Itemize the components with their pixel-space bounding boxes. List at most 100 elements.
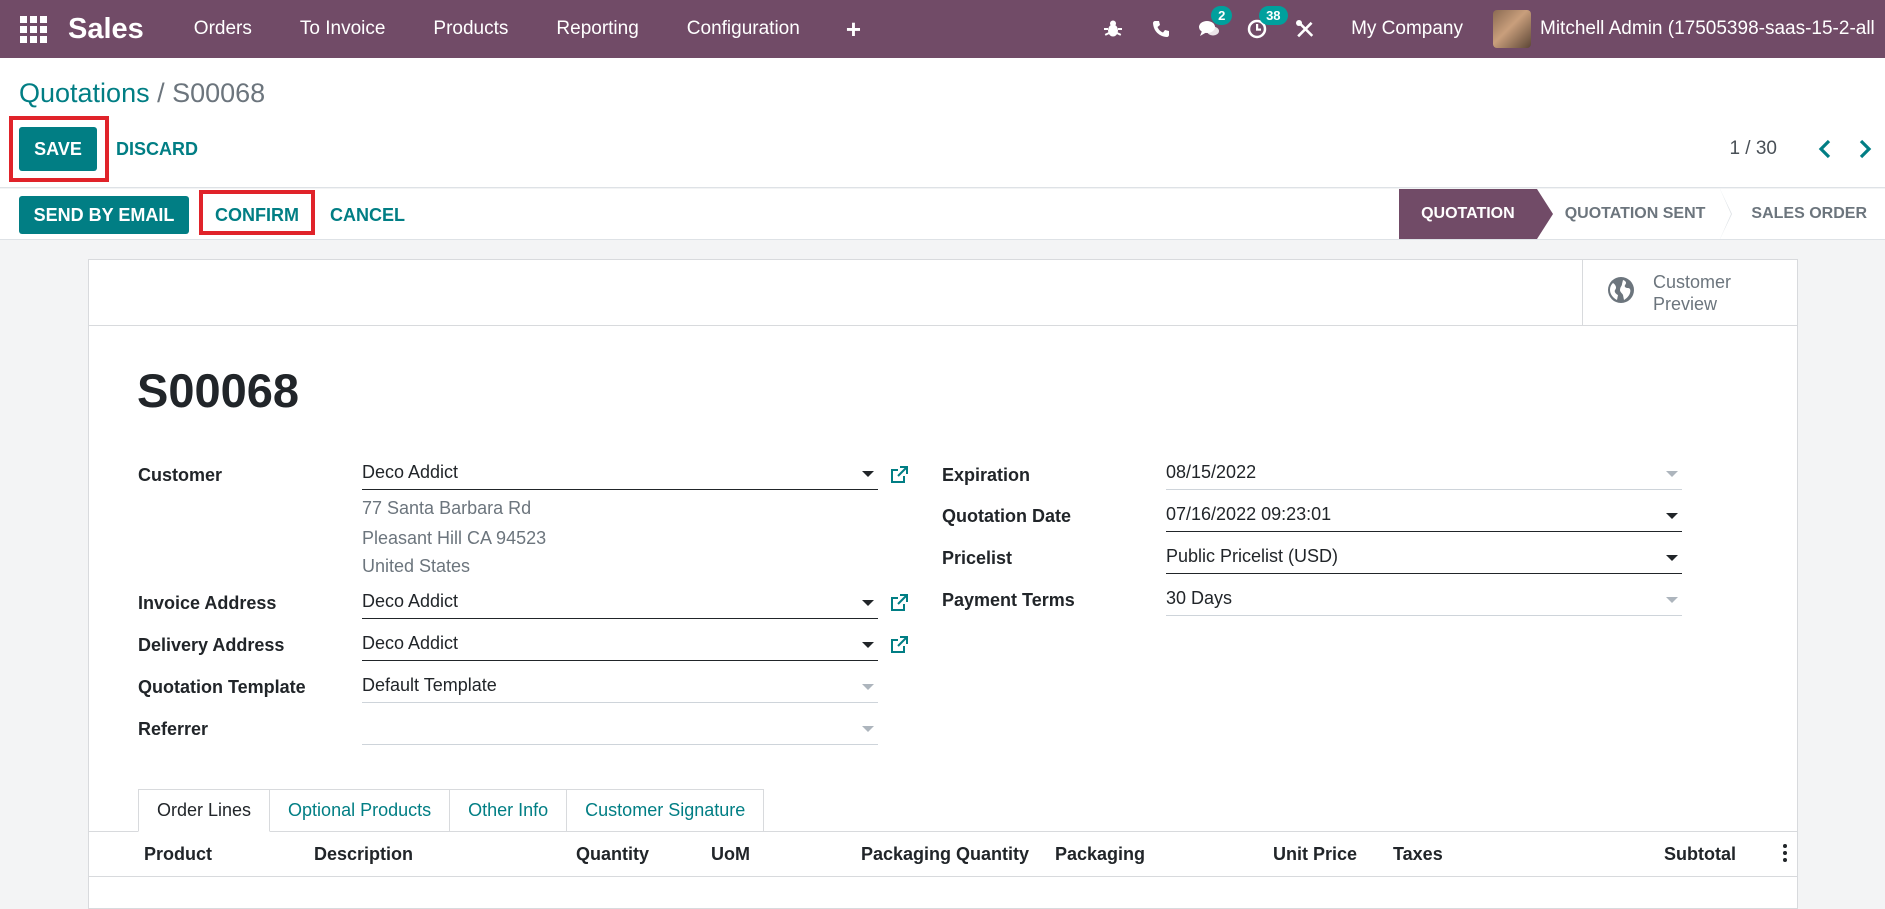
invoice-address-field[interactable]: Deco Addict [362,587,878,619]
quotation-template-field[interactable]: Default Template [362,671,878,703]
column-taxes[interactable]: Taxes [1393,844,1443,865]
customer-address-street: 77 Santa Barbara Rd [362,498,532,518]
quotation-template-label: Quotation Template [138,677,306,697]
column-options-icon[interactable] [1783,844,1789,865]
chevron-right-icon[interactable] [1845,129,1885,169]
column-product[interactable]: Product [144,844,212,865]
quotation-date-dropdown-icon[interactable] [1666,513,1678,519]
app-menu-icon[interactable] [18,14,48,44]
phone-icon[interactable] [1137,0,1185,58]
tools-icon[interactable] [1281,0,1329,58]
customer-preview-label: Customer Preview [1653,271,1753,315]
breadcrumb-current: S00068 [172,78,266,108]
tab-customer-signature[interactable]: Customer Signature [567,789,765,832]
breadcrumb-quotations[interactable]: Quotations [19,78,150,108]
tab-other-info[interactable]: Other Info [450,789,568,832]
send-by-email-button[interactable]: SEND BY EMAIL [19,196,189,234]
menu-reporting[interactable]: Reporting [532,18,662,40]
column-packaging[interactable]: Packaging [1055,844,1145,865]
stage-quotation-sent[interactable]: QUOTATION SENT [1537,189,1733,239]
main-menu: Orders To Invoice Products Reporting Con… [170,14,883,45]
confirm-button[interactable]: CONFIRM [203,195,311,235]
bug-icon[interactable] [1089,0,1137,58]
pager-value[interactable]: 1 / 30 [1729,138,1777,160]
stage-quotation[interactable]: QUOTATION [1399,189,1553,239]
quotation-date-label: Quotation Date [942,506,1071,526]
payment-terms-label: Payment Terms [942,590,1075,610]
plus-icon[interactable]: + [824,14,883,45]
button-box: Customer Preview [89,260,1797,326]
expiration-value: 08/15/2022 [1166,462,1257,482]
tab-optional-products[interactable]: Optional Products [270,789,451,832]
column-description[interactable]: Description [314,844,413,865]
control-panel: Quotations / S00068 SAVE DISCARD 1 / 30 [0,58,1885,188]
column-quantity[interactable]: Quantity [559,844,649,865]
customer-preview-button[interactable]: Customer Preview [1582,260,1797,325]
invoice-external-link-icon[interactable] [889,593,909,618]
company-switcher[interactable]: My Company [1351,18,1463,40]
chevron-left-icon[interactable] [1805,129,1845,169]
column-subtotal[interactable]: Subtotal [1619,844,1736,865]
avatar[interactable] [1493,10,1531,48]
quotation-date-field[interactable]: 07/16/2022 09:23:01 [1166,500,1682,532]
delivery-address-field[interactable]: Deco Addict [362,629,878,661]
referrer-dropdown-icon[interactable] [862,726,874,732]
column-uom[interactable]: UoM [711,844,750,865]
quotation-date-value: 07/16/2022 09:23:01 [1166,504,1332,524]
form-sheet: Customer Preview S00068 Customer Deco Ad… [88,259,1798,909]
menu-products[interactable]: Products [409,18,532,40]
breadcrumb: Quotations / S00068 [19,78,265,109]
messages-icon[interactable]: 2 [1185,0,1233,58]
save-button[interactable]: SAVE [19,127,97,171]
delivery-address-value: Deco Addict [362,633,459,653]
customer-field[interactable]: Deco Addict [362,458,878,490]
pricelist-dropdown-icon[interactable] [1666,555,1678,561]
pricelist-value: Public Pricelist (USD) [1166,546,1339,566]
messages-badge: 2 [1211,6,1233,25]
expiration-field[interactable]: 08/15/2022 [1166,458,1682,490]
menu-orders[interactable]: Orders [170,18,276,40]
delivery-external-link-icon[interactable] [889,635,909,660]
order-lines-header: Product Description Quantity UoM Packagi… [89,832,1797,877]
quotation-template-value: Default Template [362,675,497,695]
expiration-dropdown-icon[interactable] [1666,471,1678,477]
customer-external-link-icon[interactable] [889,465,909,490]
delivery-address-label: Delivery Address [138,635,285,655]
pager: 1 / 30 [1729,128,1885,170]
record-title: S00068 [137,364,300,417]
column-unit-price[interactable]: Unit Price [1229,844,1357,865]
payment-terms-value: 30 Days [1166,588,1233,608]
payment-terms-dropdown-icon[interactable] [1666,597,1678,603]
payment-terms-field[interactable]: 30 Days [1166,584,1682,616]
customer-label: Customer [138,465,223,485]
expiration-label: Expiration [942,465,1031,485]
menu-to-invoice[interactable]: To Invoice [276,18,410,40]
menu-configuration[interactable]: Configuration [663,18,824,40]
pricelist-field[interactable]: Public Pricelist (USD) [1166,542,1682,574]
customer-value: Deco Addict [362,462,459,482]
customer-address-country: United States [362,556,471,576]
invoice-dropdown-icon[interactable] [862,600,874,606]
top-navbar: Sales Orders To Invoice Products Reporti… [0,0,1885,58]
customer-dropdown-icon[interactable] [862,471,874,477]
cancel-button[interactable]: CANCEL [322,195,413,235]
column-packaging-quantity[interactable]: Packaging Quantity [829,844,1029,865]
delivery-dropdown-icon[interactable] [862,642,874,648]
invoice-address-value: Deco Addict [362,591,459,611]
systray: 2 38 My Company Mitchell Admin (17505398… [1089,0,1885,58]
notebook-tabs: Order Lines Optional Products Other Info… [138,789,765,832]
app-name[interactable]: Sales [68,13,144,46]
breadcrumb-separator: / [149,78,173,108]
customer-address-city: Pleasant Hill CA 94523 [362,528,547,548]
referrer-field[interactable] [362,713,878,745]
discard-button[interactable]: DISCARD [108,127,206,171]
user-menu[interactable]: Mitchell Admin (17505398-saas-15-2-all [1540,18,1885,40]
globe-icon [1607,276,1635,309]
preview-line1: Customer [1653,271,1732,292]
tab-order-lines[interactable]: Order Lines [138,789,271,832]
activities-icon[interactable]: 38 [1233,0,1288,58]
stage-sales-order[interactable]: SALES ORDER [1723,189,1885,239]
status-bar: SEND BY EMAIL CONFIRM CANCEL QUOTATION Q… [0,189,1885,240]
preview-line2: Preview [1653,293,1718,314]
template-dropdown-icon[interactable] [862,684,874,690]
